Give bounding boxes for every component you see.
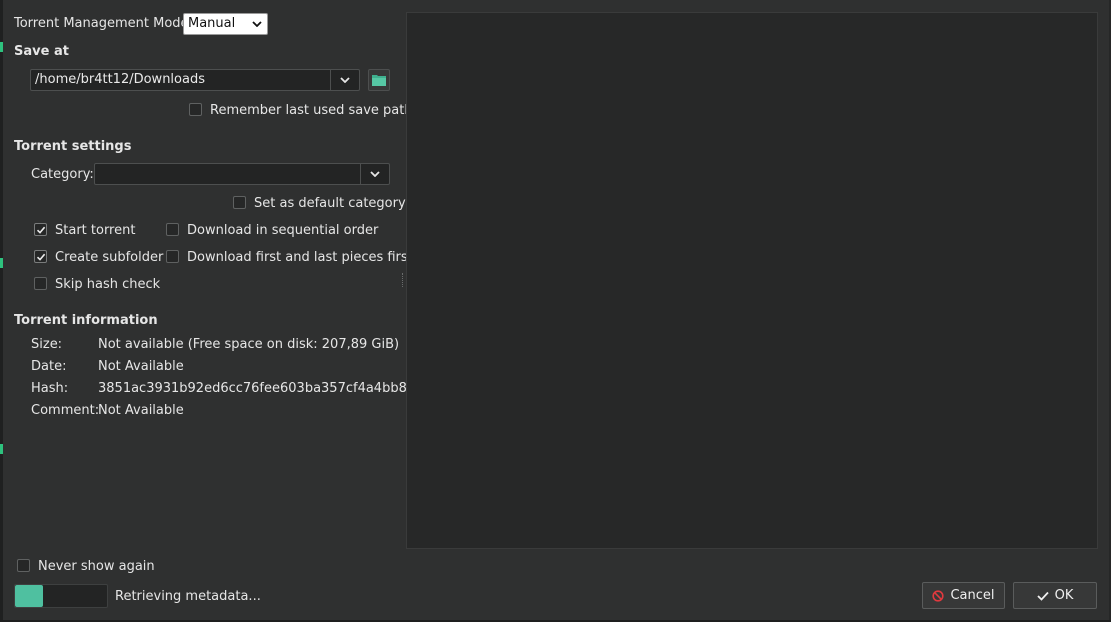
ok-button-label: OK	[1054, 588, 1074, 603]
metadata-progress-bar	[14, 584, 108, 608]
size-label: Size:	[31, 337, 63, 352]
save-path-combo[interactable]: /home/br4tt12/Downloads	[30, 69, 360, 91]
folder-icon	[372, 74, 386, 86]
first-last-pieces-checkbox[interactable]	[166, 250, 179, 263]
save-path-value: /home/br4tt12/Downloads	[35, 72, 205, 87]
edge-marker	[0, 42, 3, 52]
sequential-order-label: Download in sequential order	[187, 223, 379, 238]
window-left-edge	[0, 0, 3, 622]
progress-fill	[15, 585, 43, 607]
cancel-icon	[932, 589, 945, 602]
skip-hash-check-label: Skip hash check	[55, 277, 161, 292]
skip-hash-check-checkbox[interactable]	[34, 277, 47, 290]
chevron-down-icon	[360, 164, 389, 184]
size-value: Not available (Free space on disk: 207,8…	[98, 337, 400, 352]
hash-value: 3851ac3931b92ed6cc76fee603ba357cf4a4bb8b	[98, 381, 416, 396]
torrent-info-heading: Torrent information	[14, 313, 158, 328]
ok-button[interactable]: OK	[1013, 582, 1097, 609]
sequential-order-checkbox[interactable]	[166, 223, 179, 236]
never-show-again-label: Never show again	[38, 559, 155, 574]
date-value: Not Available	[98, 359, 184, 374]
comment-label: Comment:	[31, 403, 100, 418]
management-mode-label: Torrent Management Mode:	[14, 16, 193, 31]
chevron-down-icon	[330, 70, 359, 90]
edge-marker	[0, 258, 3, 268]
default-category-label: Set as default category	[254, 196, 406, 211]
content-preview-panel	[406, 12, 1098, 549]
date-label: Date:	[31, 359, 67, 374]
edge-marker	[0, 444, 3, 454]
browse-folder-button[interactable]	[368, 69, 390, 91]
torrent-settings-heading: Torrent settings	[14, 139, 132, 154]
start-torrent-checkbox[interactable]	[34, 223, 47, 236]
category-combo[interactable]	[94, 163, 390, 185]
panel-splitter-handle[interactable]	[402, 273, 405, 287]
hash-label: Hash:	[31, 381, 69, 396]
checkmark-icon	[36, 253, 46, 261]
first-last-pieces-label: Download first and last pieces first	[187, 250, 413, 265]
remember-save-path-checkbox[interactable]	[189, 103, 202, 116]
default-category-checkbox[interactable]	[233, 196, 246, 209]
chevron-down-icon	[247, 14, 267, 34]
save-at-heading: Save at	[14, 44, 69, 59]
ok-check-icon	[1036, 591, 1049, 601]
cancel-button[interactable]: Cancel	[922, 582, 1005, 609]
remember-save-path-label: Remember last used save path	[210, 103, 413, 118]
checkmark-icon	[36, 226, 46, 234]
management-mode-value: Manual	[188, 16, 236, 31]
category-label: Category:	[31, 167, 94, 182]
never-show-again-checkbox[interactable]	[17, 559, 30, 572]
start-torrent-label: Start torrent	[55, 223, 136, 238]
management-mode-select[interactable]: Manual	[183, 13, 268, 35]
create-subfolder-label: Create subfolder	[55, 250, 164, 265]
status-text: Retrieving metadata...	[115, 589, 261, 604]
cancel-button-label: Cancel	[950, 588, 995, 603]
create-subfolder-checkbox[interactable]	[34, 250, 47, 263]
comment-value: Not Available	[98, 403, 184, 418]
